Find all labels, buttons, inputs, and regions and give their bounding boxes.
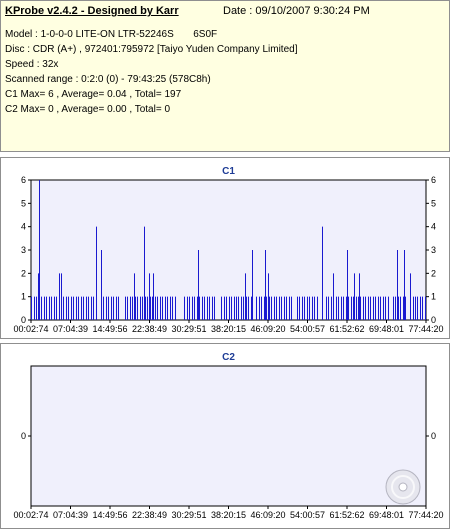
c1-xtick-label: 46:09:20: [250, 324, 285, 334]
scanned-range: Scanned range : 0:2:0 (0) - 79:43:25 (57…: [5, 74, 211, 85]
c1-xtick-label: 22:38:49: [132, 324, 167, 334]
c1-ytick-right: 2: [431, 268, 436, 278]
c2-ytick-left: 0: [21, 431, 26, 441]
drive-model: Model : 1-0-0-0 LITE-ON LTR-52246S 6S0F: [5, 29, 218, 40]
c2-plot-area: [30, 365, 427, 507]
c2-statistics: C2 Max= 0 , Average= 0.00 , Total= 0: [5, 104, 171, 115]
c1-ytick-left: 2: [21, 268, 26, 278]
c2-xtick-label: 00:02:74: [13, 510, 48, 520]
c1-chart-title: C1: [222, 166, 235, 177]
c2-chart: C2 0 0 00:02:74 07:04:39 14:49:56 22:38:49 30:2…: [13, 352, 443, 520]
c2-xtick-label: 22:38:49: [132, 510, 167, 520]
c2-chart-title: C2: [222, 352, 235, 363]
c2-xtick-label: 61:52:62: [329, 510, 364, 520]
c1-xtick-label: 54:00:57: [290, 324, 325, 334]
c1-xtick-label: 07:04:39: [53, 324, 88, 334]
c1-ytick-right: 3: [431, 245, 436, 255]
c1-chart: C10 01 12 23 34 45 56 600:02:74 07:04:39 14:49:56…: [13, 166, 443, 334]
c1-xtick-label: 77:44:20: [408, 324, 443, 334]
c1-ytick-right: 4: [431, 222, 436, 232]
c2-xtick-label: 38:20:15: [211, 510, 246, 520]
c1-plot-area: [30, 179, 427, 321]
c2-xtick-label: 77:44:20: [408, 510, 443, 520]
c1-xtick-label: 38:20:15: [211, 324, 246, 334]
disc-hole: [398, 482, 408, 492]
disc-info-panel: KProbe v2.4.2 - Designed by Karr Date : …: [0, 0, 450, 152]
c2-ytick-right: 0: [431, 431, 436, 441]
c1-xtick-label: 61:52:62: [329, 324, 364, 334]
c2-xtick-label: 69:48:01: [369, 510, 404, 520]
c1-statistics: C1 Max= 6 , Average= 0.04 , Total= 197: [5, 89, 182, 100]
c1-chart-panel: C1 0 0 1 1 2 2 3 3 4 4 5 5 6 6 00:02:74 07:04:39 14:49:56…: [0, 157, 450, 339]
app-title: KProbe v2.4.2 - Designed by Karr: [5, 5, 179, 17]
c1-ytick-left: 1: [21, 292, 26, 302]
c2-chart-panel: C2 0 0 00:02:74 07:04:39 14:49:56 22:38:49 30:2…: [0, 343, 450, 529]
disc-watermark-icon: [385, 469, 421, 505]
c1-ytick-left: 3: [21, 245, 26, 255]
c1-ytick-left: 6: [21, 175, 26, 185]
c1-ytick-right: 5: [431, 198, 436, 208]
c2-xtick-label: 07:04:39: [53, 510, 88, 520]
c1-xtick-label: 14:49:56: [92, 324, 127, 334]
c1-ytick-right: 6: [431, 175, 436, 185]
c1-ytick-left: 5: [21, 198, 26, 208]
c1-ytick-left: 4: [21, 222, 26, 232]
scan-date: Date : 09/10/2007 9:30:24 PM: [223, 5, 370, 17]
c1-xtick-label: 69:48:01: [369, 324, 404, 334]
c2-xtick-label: 54:00:57: [290, 510, 325, 520]
c2-xtick-label: 14:49:56: [92, 510, 127, 520]
scan-speed: Speed : 32x: [5, 59, 59, 70]
c1-ytick-right: 1: [431, 292, 436, 302]
c2-xtick-label: 46:09:20: [250, 510, 285, 520]
c2-xtick-label: 30:29:51: [171, 510, 206, 520]
c1-xtick-label: 30:29:51: [171, 324, 206, 334]
disc-type: Disc : CDR (A+) , 972401:795972 [Taiyo Y…: [5, 44, 298, 55]
c1-xtick-label: 00:02:74: [13, 324, 48, 334]
